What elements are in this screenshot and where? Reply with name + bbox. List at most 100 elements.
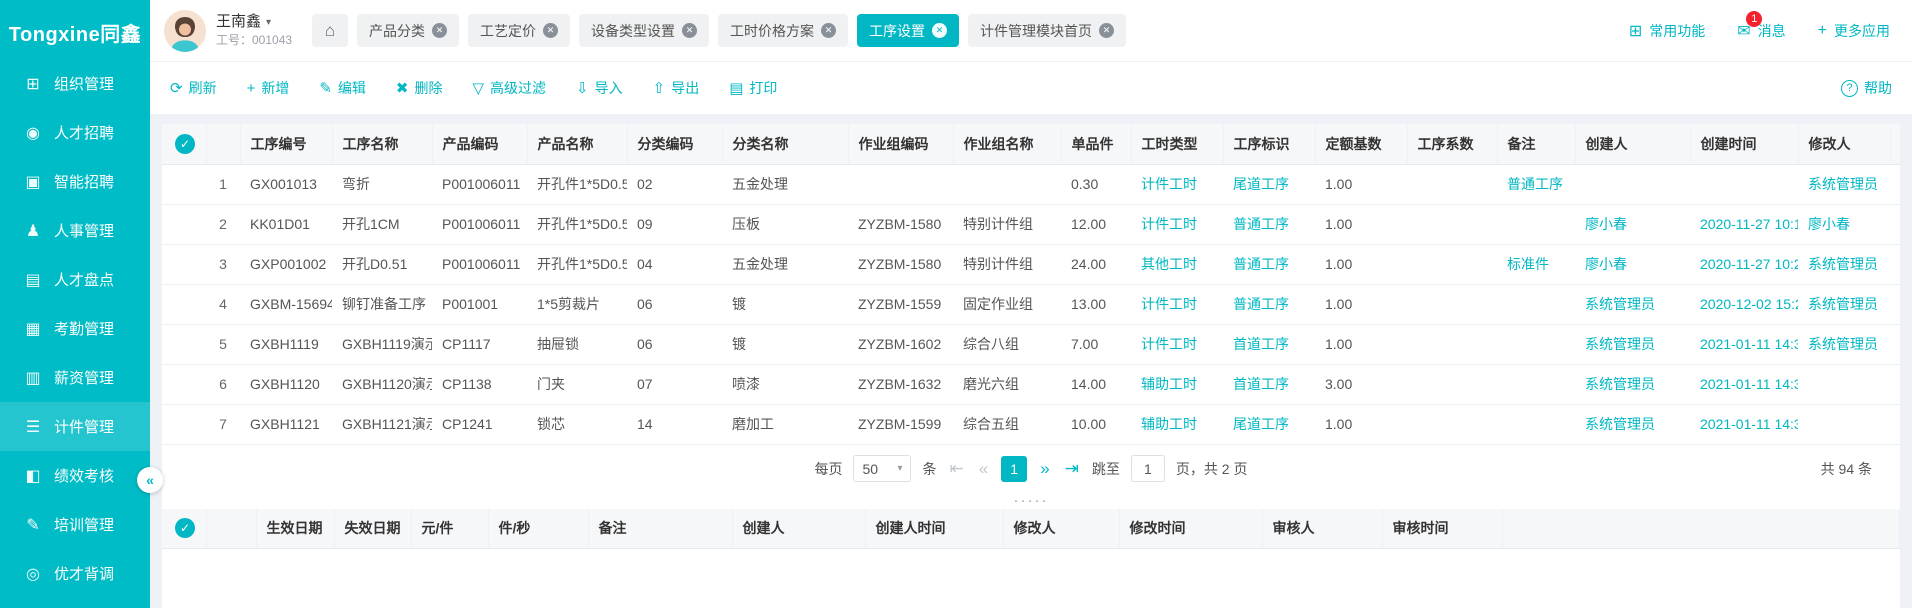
close-icon[interactable]: ✕ [682, 23, 697, 38]
app-logo: Tongxine同鑫 [0, 0, 150, 59]
table-header-row: ✓生效日期失效日期元/件件/秒备注创建人创建人时间修改人修改时间审核人审核时间 [162, 509, 1900, 549]
tab-piecework-module-home[interactable]: 计件管理模块首页✕ [968, 14, 1126, 47]
sidebar-item-training[interactable]: ✎培训管理 [0, 500, 150, 549]
print-button[interactable]: ▤打印 [729, 78, 777, 98]
tab-product-category[interactable]: 产品分类✕ [357, 14, 459, 47]
row-select-cell[interactable] [162, 244, 206, 284]
sidebar-item-label: 人才招聘 [54, 122, 114, 143]
sidebar-item-label: 薪资管理 [54, 367, 114, 388]
column-header: 创建时间 [1690, 124, 1798, 164]
table-cell: GXP001002 [240, 244, 332, 284]
page-size-select[interactable]: 50 ▾ [853, 455, 911, 482]
table-cell: 普通工序 [1223, 284, 1315, 324]
sidebar-item-background-check[interactable]: ◎优才背调 [0, 549, 150, 598]
tab-equipment-type-settings[interactable]: 设备类型设置✕ [579, 14, 709, 47]
delete-button[interactable]: ✖删除 [396, 78, 443, 98]
help-button[interactable]: ? 帮助 [1841, 78, 1892, 98]
close-icon[interactable]: ✕ [821, 23, 836, 38]
row-select-cell[interactable] [162, 204, 206, 244]
panel-splitter[interactable]: ····· [162, 493, 1900, 509]
select-all-header[interactable]: ✓ [162, 509, 206, 549]
sidebar-item-salary[interactable]: ▥薪资管理 [0, 353, 150, 402]
table-cell: ZYZBM-1632 [848, 364, 953, 404]
table-cell: 廖小春 [1575, 244, 1690, 284]
sidebar-collapse-button[interactable]: « [137, 467, 163, 493]
tab-label: 工序设置 [869, 21, 925, 41]
user-block[interactable]: 王南鑫 ▾ 工号：001043 [216, 12, 292, 48]
sidebar-item-attendance[interactable]: ▦考勤管理 [0, 304, 150, 353]
tab-process-settings[interactable]: 工序设置 ✕ [857, 14, 959, 47]
table-row[interactable]: 5GXBH1119GXBH1119演示CP1117抽屉锁06镀ZYZBM-160… [162, 324, 1900, 364]
column-header: 创建人时间 [865, 509, 1003, 549]
last-page-button[interactable]: ⇥ [1063, 460, 1081, 477]
table-cell: 24.00 [1061, 244, 1131, 284]
sidebar-item-talent-recruitment[interactable]: ◉人才招聘 [0, 108, 150, 157]
tab-process-pricing[interactable]: 工艺定价✕ [468, 14, 570, 47]
row-select-cell[interactable] [162, 364, 206, 404]
table-cell: 2021-01-11 14:39: [1690, 324, 1798, 364]
column-header: 备注 [588, 509, 732, 549]
sidebar-item-piecework[interactable]: ☰计件管理 [0, 402, 150, 451]
filter-icon: ▽ [473, 79, 485, 97]
column-header: 审核时间 [1382, 509, 1502, 549]
close-icon[interactable]: ✕ [543, 23, 558, 38]
sidebar-item-personnel[interactable]: ♟人事管理 [0, 206, 150, 255]
table-cell [1497, 284, 1575, 324]
table-cell: 门夹 [527, 364, 627, 404]
table-row[interactable]: 7GXBH1121GXBH1121演示CP1241锁芯14磨加工ZYZBM-15… [162, 404, 1900, 444]
more-apps-button[interactable]: +更多应用 [1818, 21, 1890, 41]
row-select-cell[interactable] [162, 404, 206, 444]
training-icon: ✎ [24, 515, 42, 535]
import-button[interactable]: ⇩导入 [576, 78, 623, 98]
table-cell: 20 [1890, 244, 1900, 284]
table-row[interactable]: 6GXBH1120GXBH1120演示CP1138门夹07喷漆ZYZBM-163… [162, 364, 1900, 404]
sub-table-wrap: ✓生效日期失效日期元/件件/秒备注创建人创建人时间修改人修改时间审核人审核时间 [162, 509, 1900, 550]
prev-page-button[interactable]: « [977, 460, 990, 477]
pages-label: 页，共 2 页 [1176, 459, 1248, 479]
table-cell: 五金处理 [722, 244, 848, 284]
messages-button[interactable]: ✉消息1 [1737, 21, 1785, 41]
table-row[interactable]: 2KK01D01开孔1CMP001006011开孔件1*5D0.509压板ZYZ… [162, 204, 1900, 244]
add-icon: + [247, 80, 256, 97]
advanced-filter-button[interactable]: ▽高级过滤 [473, 78, 547, 98]
column-header: 修改时间 [1890, 124, 1900, 164]
tab-hour-price-plan[interactable]: 工时价格方案✕ [718, 14, 848, 47]
edit-button[interactable]: ✎编辑 [319, 78, 366, 98]
table-cell: 系统管理员 [1575, 324, 1690, 364]
table-cell: 14.00 [1061, 364, 1131, 404]
close-icon[interactable]: ✕ [432, 23, 447, 38]
next-page-button[interactable]: » [1038, 460, 1051, 477]
row-select-cell[interactable] [162, 324, 206, 364]
close-icon[interactable]: ✕ [932, 23, 947, 38]
table-cell: 压板 [722, 204, 848, 244]
table-cell [1890, 364, 1900, 404]
table-cell: 1*5剪裁片 [527, 284, 627, 324]
avatar[interactable] [164, 10, 206, 52]
refresh-button[interactable]: ⟳刷新 [170, 78, 217, 98]
tab-home[interactable]: ⌂ [312, 14, 348, 47]
first-page-button[interactable]: ⇤ [947, 460, 965, 477]
common-functions-button[interactable]: ⊞常用功能 [1629, 21, 1705, 41]
select-all-header[interactable]: ✓ [162, 124, 206, 164]
index-header [206, 124, 240, 164]
close-icon[interactable]: ✕ [1099, 23, 1114, 38]
sidebar-item-talent-review[interactable]: ▤人才盘点 [0, 255, 150, 304]
table-row[interactable]: 4GXBM-15694铆钉准备工序P0010011*5剪裁片06镀ZYZBM-1… [162, 284, 1900, 324]
current-page-button[interactable]: 1 [1001, 456, 1027, 482]
export-button[interactable]: ⇧导出 [653, 78, 700, 98]
sidebar-item-performance[interactable]: ◧绩效考核 [0, 451, 150, 500]
jump-page-input[interactable]: 1 [1131, 455, 1165, 482]
table-row[interactable]: 1GX001013弯折P001006011开孔件1*5D0.502五金处理0.3… [162, 164, 1900, 204]
add-button[interactable]: +新增 [247, 78, 290, 98]
table-cell: 廖小春 [1575, 204, 1690, 244]
table-row[interactable]: 3GXP001002开孔D0.51P001006011开孔件1*5D0.504五… [162, 244, 1900, 284]
sidebar-item-smart-recruitment[interactable]: ▣智能招聘 [0, 157, 150, 206]
sidebar-item-organization[interactable]: ⊞组织管理 [0, 59, 150, 108]
table-cell [1497, 364, 1575, 404]
tab-strip: ⌂产品分类✕工艺定价✕设备类型设置✕工时价格方案✕工序设置✕计件管理模块首页✕ [312, 14, 1126, 47]
row-select-cell[interactable] [162, 164, 206, 204]
table-cell [1575, 164, 1690, 204]
table-cell: 系统管理员 [1798, 244, 1890, 284]
row-select-cell[interactable] [162, 284, 206, 324]
toolbar-button-label: 导出 [671, 78, 699, 98]
